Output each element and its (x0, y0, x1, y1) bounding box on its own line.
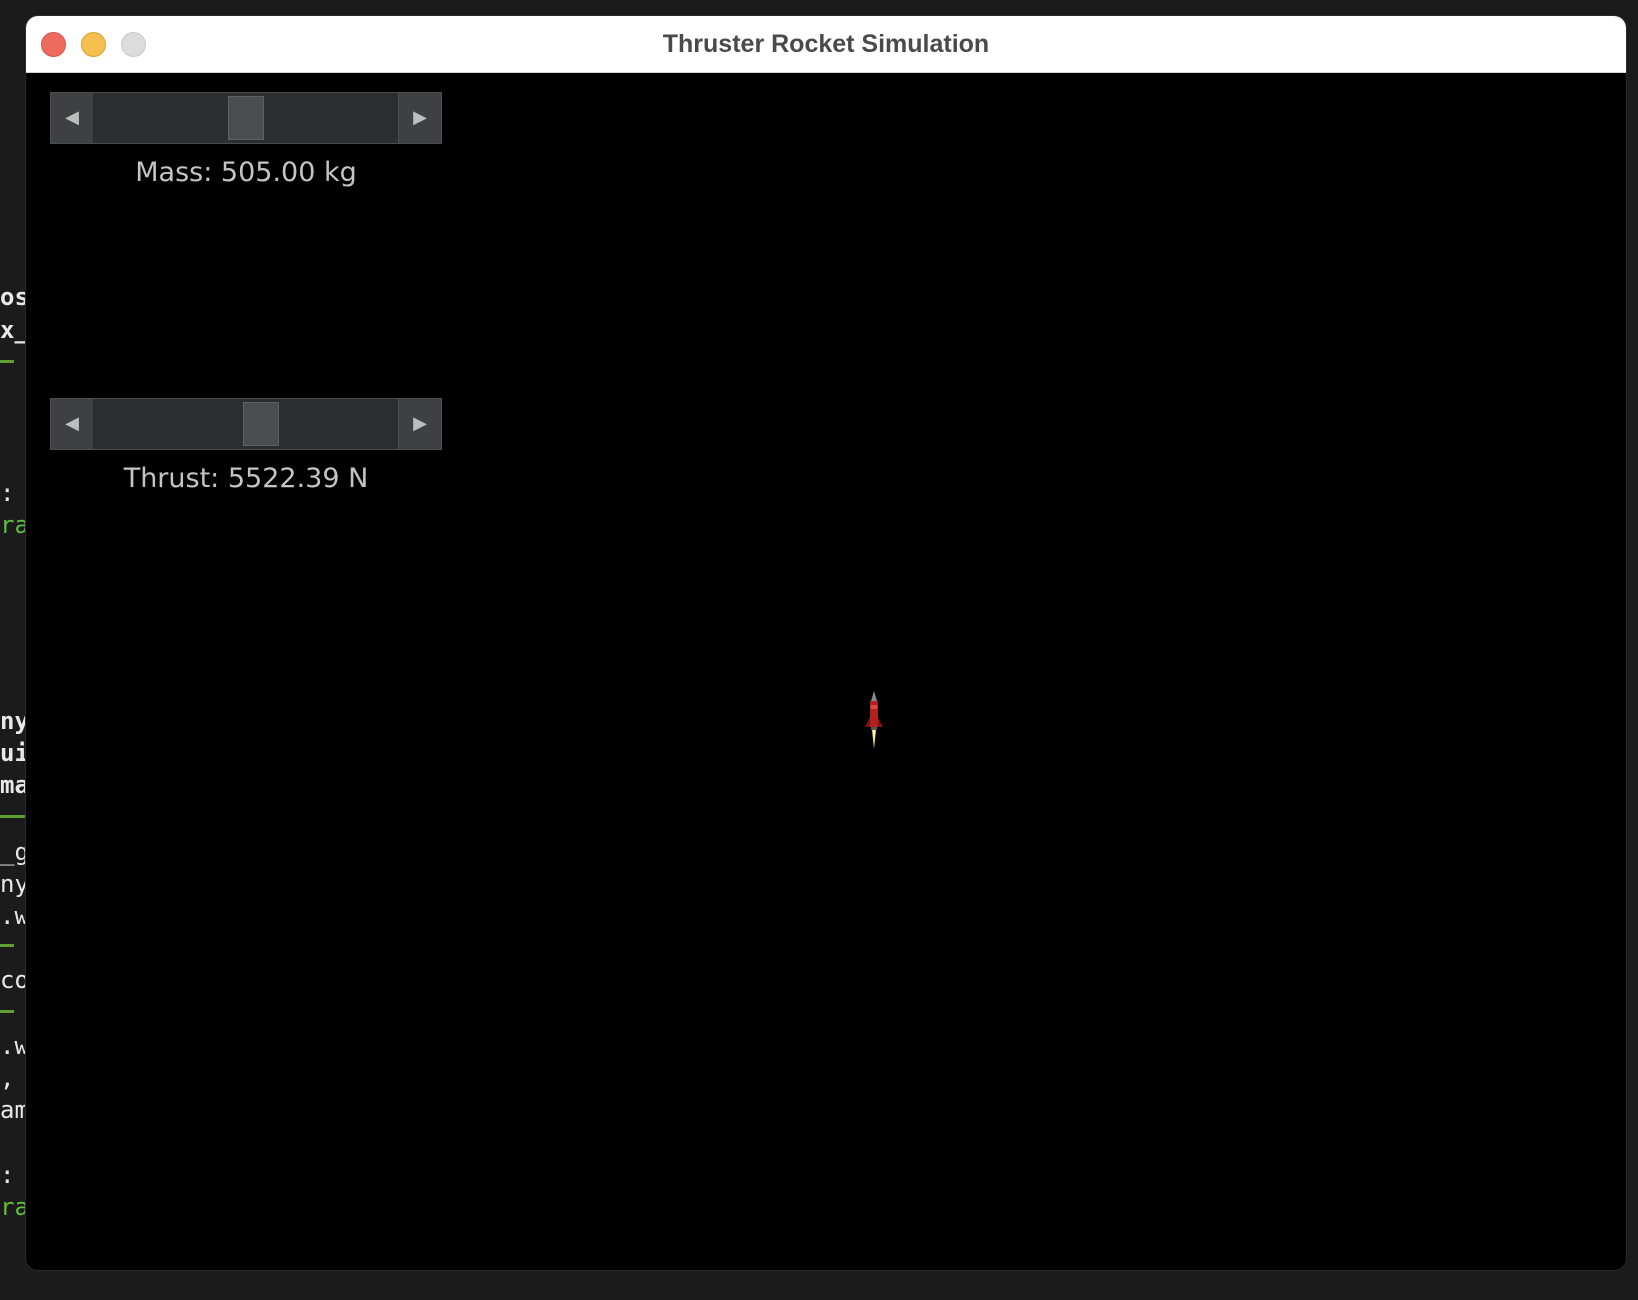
title-bar[interactable]: Thruster Rocket Simulation (26, 16, 1626, 73)
terminal-text: ui (0, 739, 29, 767)
terminal-text: ny (0, 707, 29, 735)
mass-increase-button[interactable]: ▶ (398, 93, 441, 143)
thrust-decrease-button[interactable]: ◀ (51, 399, 94, 449)
thrust-increase-button[interactable]: ▶ (398, 399, 441, 449)
terminal-rule (0, 360, 14, 363)
terminal-text: os (0, 283, 29, 311)
terminal-text: ra (0, 511, 29, 539)
terminal-text: x_ (0, 316, 29, 344)
terminal-text: : (0, 1161, 15, 1189)
terminal-text: am (0, 1096, 29, 1124)
arrow-right-icon: ▶ (413, 413, 427, 434)
terminal-text: .w (0, 902, 29, 930)
terminal-rule (0, 815, 26, 818)
window-title: Thruster Rocket Simulation (662, 30, 990, 58)
thrust-slider[interactable]: ◀ ▶ (50, 398, 442, 450)
terminal-text: : (0, 479, 15, 507)
mass-slider-thumb[interactable] (228, 96, 264, 140)
terminal-text: ny (0, 870, 29, 898)
arrow-left-icon: ◀ (65, 413, 79, 434)
mass-slider[interactable]: ◀ ▶ (50, 92, 442, 144)
thrust-label: Thrust: 5522.39 N (123, 463, 369, 494)
terminal-text: .w (0, 1032, 29, 1060)
terminal-text: _g (0, 838, 29, 866)
simulation-canvas: ◀ ▶ Mass: 505.00 kg ◀ ▶ Thrust: 5522.39 … (26, 73, 1626, 1270)
terminal-rule (0, 944, 14, 947)
mass-slider-track[interactable] (93, 93, 399, 143)
mass-label: Mass: 505.00 kg (135, 157, 357, 188)
terminal-text: co (0, 966, 29, 994)
terminal-text: ma (0, 771, 29, 799)
terminal-text: , (0, 1064, 15, 1092)
app-window: Thruster Rocket Simulation ◀ ▶ Mass: 505… (26, 16, 1626, 1270)
mass-decrease-button[interactable]: ◀ (51, 93, 94, 143)
arrow-right-icon: ▶ (413, 107, 427, 128)
thrust-slider-track[interactable] (93, 399, 399, 449)
thrust-slider-thumb[interactable] (243, 402, 280, 446)
terminal-rule (0, 1010, 14, 1013)
arrow-left-icon: ◀ (65, 107, 79, 128)
rocket-icon (865, 691, 883, 749)
